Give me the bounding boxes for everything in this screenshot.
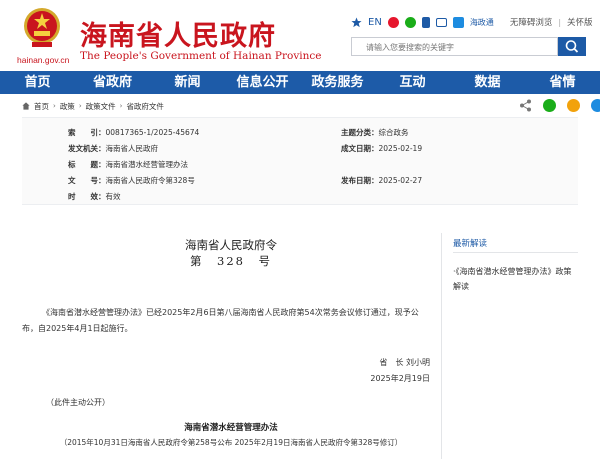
info-validity-label: 时 效： (68, 192, 106, 201)
breadcrumb-policy-docs[interactable]: 政策文件 (86, 101, 116, 112)
info-category-label: 主题分类： (341, 128, 379, 137)
nav-info-disclosure[interactable]: 信息公开 (225, 71, 300, 94)
info-issuer: 发文机关：海南省人民政府 (68, 143, 158, 154)
info-category: 主题分类：综合政务 (341, 127, 409, 138)
breadcrumb-separator: › (53, 102, 56, 110)
info-issuer-label: 发文机关： (68, 144, 106, 153)
info-validity: 时 效：有效 (68, 191, 121, 202)
column-divider (441, 233, 442, 459)
accessibility-link[interactable]: 无障碍浏览 (510, 16, 553, 28)
search-button[interactable] (558, 37, 586, 56)
sidebar-title: 最新解读 (453, 239, 488, 249)
wechat-share-icon[interactable] (543, 99, 556, 112)
email-icon[interactable] (435, 17, 447, 27)
breadcrumb-home[interactable]: 首页 (34, 101, 49, 112)
info-published-value: 2025-02-27 (378, 176, 423, 185)
info-created-value: 2025-02-19 (378, 144, 423, 153)
nav-interaction[interactable]: 互动 (375, 71, 450, 94)
info-index-value: 00817365-1/2025-45674 (105, 128, 200, 137)
site-header: 海南省人民政府 The People's Government of Haina… (0, 0, 600, 70)
national-emblem-icon (24, 8, 60, 47)
breadcrumb-separator: › (78, 102, 82, 110)
info-published: 发布日期：2025-02-27 (341, 175, 422, 186)
info-published-label: 发布日期： (341, 176, 379, 185)
info-title-label: 标 题： (68, 160, 106, 169)
info-created-label: 成文日期： (341, 144, 379, 153)
top-toolbar: EN 海政通 无障碍浏览 | 关怀版 (351, 14, 593, 30)
weibo-icon[interactable] (387, 16, 399, 28)
doc-number: 第 328 号 (190, 254, 272, 268)
weibo-share-icon[interactable] (567, 99, 580, 112)
app-icon[interactable] (421, 16, 430, 28)
info-title-value: 海南省潜水经营管理办法 (105, 160, 189, 169)
breadcrumb-separator: › (119, 102, 123, 110)
care-mode-link[interactable]: 关怀版 (567, 16, 593, 28)
info-index: 索 引：00817365-1/2025-45674 (68, 127, 199, 138)
breadcrumb-provincial-docs[interactable]: 省政府文件 (126, 101, 164, 112)
info-docno-label: 文 号： (68, 176, 106, 185)
doc-title: 海南省人民政府令 (185, 238, 277, 252)
nav-province-info[interactable]: 省情 (525, 71, 600, 94)
share-bar (519, 99, 600, 112)
main-nav: 首页 省政府 新闻 信息公开 政务服务 互动 数据 省情 (0, 71, 600, 94)
document-info-box: 索 引：00817365-1/2025-45674 主题分类：综合政务 发文机关… (22, 117, 578, 205)
doc-paragraph: 《海南省潜水经营管理办法》已经2025年2月6日第八届海南省人民政府第54次常务… (22, 308, 419, 333)
info-docno-value: 海南省人民政府令第328号 (105, 176, 195, 185)
info-category-value: 综合政务 (378, 128, 409, 137)
wechat-icon[interactable] (404, 16, 416, 28)
nav-data[interactable]: 数据 (450, 71, 525, 94)
info-issuer-value: 海南省人民政府 (105, 144, 159, 153)
sidebar-divider (453, 252, 578, 253)
site-title-en: The People's Government of Hainan Provin… (80, 50, 322, 62)
doc-date: 2025年2月19日 (370, 374, 430, 383)
home-icon (22, 102, 30, 110)
doc-signer: 省 长 刘小明 (379, 358, 430, 367)
sidebar-interpretation-link[interactable]: ·《海南省潜水经营管理办法》政策解读 (453, 264, 578, 294)
toolbar-separator: | (558, 17, 562, 27)
info-docno: 文 号：海南省人民政府令第328号 (68, 175, 195, 186)
search-input[interactable]: 请输入您要搜索的关键字 (351, 37, 558, 56)
info-created: 成文日期：2025-02-19 (341, 143, 422, 154)
haizheng-link[interactable]: 海政通 (470, 17, 494, 28)
site-title-cn[interactable]: 海南省人民政府 (80, 14, 276, 53)
share-icon[interactable] (519, 99, 532, 112)
law-subtitle: （2015年10月31日海南省人民政府令第258号公布 2025年2月19日海南… (59, 438, 403, 447)
info-validity-value: 有效 (105, 192, 121, 201)
haizheng-icon[interactable] (452, 16, 464, 28)
breadcrumb: 首页 › 政策 › 政策文件 › 省政府文件 (22, 100, 164, 112)
nav-gov-services[interactable]: 政务服务 (300, 71, 375, 94)
site-url: hainan.gov.cn (17, 55, 70, 65)
star-icon[interactable] (351, 16, 362, 28)
nav-provincial-gov[interactable]: 省政府 (75, 71, 150, 94)
law-title: 海南省潜水经营管理办法 (184, 423, 278, 433)
qq-share-icon[interactable] (591, 99, 600, 112)
search-icon (565, 40, 579, 53)
nav-home[interactable]: 首页 (0, 71, 75, 94)
lang-en-link[interactable]: EN (368, 17, 382, 28)
info-title: 标 题：海南省潜水经营管理办法 (68, 159, 188, 170)
nav-news[interactable]: 新闻 (150, 71, 225, 94)
breadcrumb-policy[interactable]: 政策 (60, 101, 75, 112)
doc-public-note: （此件主动公开） (46, 398, 110, 407)
info-index-label: 索 引： (68, 128, 106, 137)
